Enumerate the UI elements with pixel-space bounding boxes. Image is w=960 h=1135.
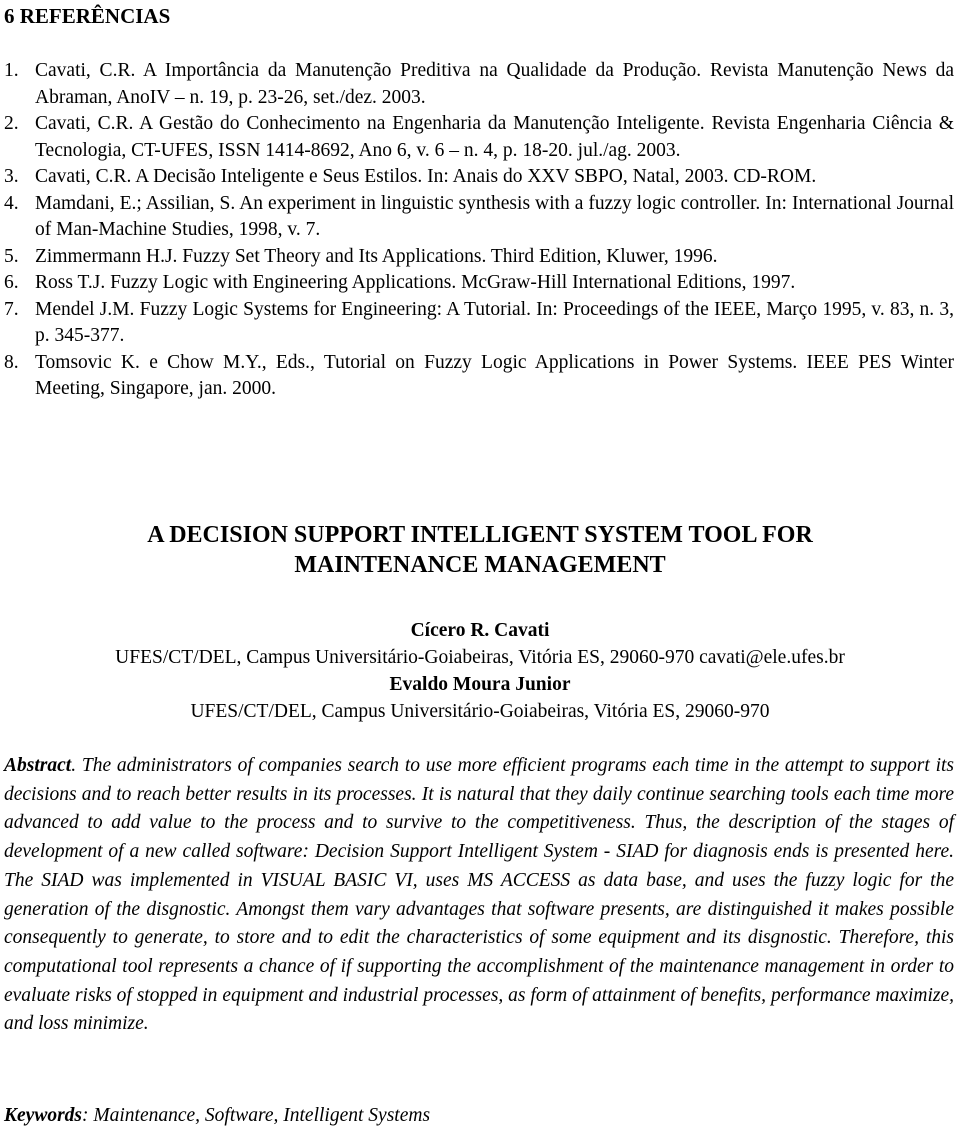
keywords: Keywords: Maintenance, Software, Intelli… <box>4 1105 954 1127</box>
reference-text: Cavati, C.R. A Decisão Inteligente e Seu… <box>35 166 817 187</box>
reference-text: Cavati, C.R. A Gestão do Conhecimento na… <box>35 113 954 161</box>
reference-number: 7. <box>4 298 19 320</box>
reference-item: 1. Cavati, C.R. A Importância da Manutenç… <box>4 58 954 111</box>
reference-text: Cavati, C.R. A Importância da Manutenção… <box>35 60 954 108</box>
reference-text: Mendel J.M. Fuzzy Logic Systems for Engi… <box>35 298 954 347</box>
reference-text: Ross T.J. Fuzzy Logic with Engineering A… <box>35 272 796 293</box>
author-affiliation: UFES/CT/DEL, Campus Universitário-Goiabe… <box>115 647 845 668</box>
reference-item: 8. Tomsovic K. e Chow M.Y., Eds., Tutoria… <box>4 350 954 403</box>
abstract-label: Abstract <box>4 755 72 776</box>
reference-number: 3. <box>4 166 19 187</box>
keywords-text: : Maintenance, Software, Intelligent Sys… <box>82 1105 431 1126</box>
abstract: Abstract. The administrators of companie… <box>4 752 954 1039</box>
reference-item: 3. Cavati, C.R. A Decisão Inteligente e S… <box>4 164 954 191</box>
reference-item: 7. Mendel J.M. Fuzzy Logic Systems for En… <box>4 297 954 350</box>
reference-item: 6. Ross T.J. Fuzzy Logic with Engineering… <box>4 270 954 297</box>
reference-number: 8. <box>4 351 19 373</box>
author-name: Evaldo Moura Junior <box>389 674 571 695</box>
reference-text: Zimmermann H.J. Fuzzy Set Theory and Its… <box>35 245 718 267</box>
abstract-text: . The administrators of companies search… <box>4 755 954 1035</box>
reference-item: 4. Mamdani, E.; Assilian, S. An experimen… <box>4 191 954 244</box>
paper-title: A DECISION SUPPORT INTELLIGENT SYSTEM TO… <box>0 520 960 580</box>
references-heading: 6 REFERÊNCIAS <box>4 4 171 28</box>
paper-title-line-2: MAINTENANCE MANAGEMENT <box>294 552 666 578</box>
author-name: Cícero R. Cavati <box>410 620 550 641</box>
document-page: 6 REFERÊNCIAS 1. Cavati, C.R. A Importânc… <box>0 0 960 1135</box>
reference-text: Mamdani, E.; Assilian, S. An experiment … <box>35 192 954 241</box>
reference-number: 6. <box>4 272 19 293</box>
reference-number: 5. <box>4 245 19 267</box>
references-list: 1. Cavati, C.R. A Importância da Manutenç… <box>4 58 954 403</box>
reference-number: 1. <box>4 60 19 81</box>
reference-item: 5. Zimmermann H.J. Fuzzy Set Theory and I… <box>4 244 954 271</box>
authors-block: Cícero R. Cavati UFES/CT/DEL, Campus Uni… <box>0 617 960 725</box>
reference-number: 4. <box>4 192 19 214</box>
reference-item: 2. Cavati, C.R. A Gestão do Conhecimento … <box>4 111 954 164</box>
author-affiliation: UFES/CT/DEL, Campus Universitário-Goiabe… <box>190 701 770 722</box>
reference-number: 2. <box>4 113 19 134</box>
reference-text: Tomsovic K. e Chow M.Y., Eds., Tutorial … <box>35 351 954 400</box>
paper-title-line-1: A DECISION SUPPORT INTELLIGENT SYSTEM TO… <box>147 522 813 548</box>
keywords-label: Keywords <box>4 1105 82 1126</box>
